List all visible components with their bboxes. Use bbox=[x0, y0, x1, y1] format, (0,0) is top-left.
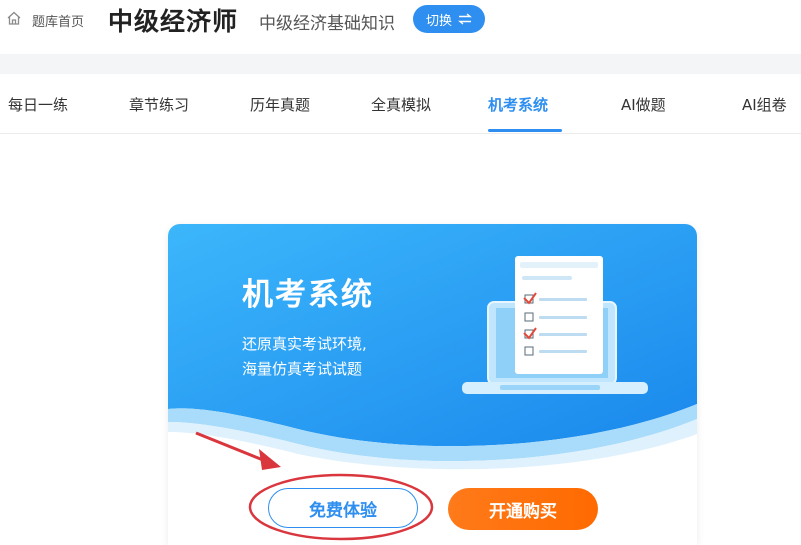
computer-exam-card: 机考系统 还原真实考试环境, 海量仿真考试试题 免费体验 开通购买 bbox=[168, 224, 697, 545]
purchase-button[interactable]: 开通购买 bbox=[448, 488, 598, 530]
active-tab-indicator bbox=[488, 129, 562, 132]
card-description: 还原真实考试环境, 海量仿真考试试题 bbox=[242, 332, 367, 382]
tab-ai-practice[interactable]: AI做题 bbox=[621, 94, 666, 115]
home-link[interactable]: 题库首页 bbox=[32, 11, 84, 30]
header-divider-strip bbox=[0, 54, 801, 74]
card-description-line: 还原真实考试环境, bbox=[242, 335, 367, 353]
purchase-button-label: 开通购买 bbox=[489, 501, 557, 522]
tab-chapter-practice[interactable]: 章节练习 bbox=[129, 94, 189, 115]
card-description-line: 海量仿真考试试题 bbox=[242, 360, 363, 378]
tab-daily-practice[interactable]: 每日一练 bbox=[8, 94, 68, 115]
tab-ai-paper[interactable]: AI组卷 bbox=[742, 94, 787, 115]
tab-computer-exam[interactable]: 机考系统 bbox=[488, 94, 548, 115]
free-trial-button[interactable]: 免费体验 bbox=[268, 488, 418, 528]
swap-arrows-icon bbox=[458, 13, 472, 25]
tab-past-exams[interactable]: 历年真题 bbox=[250, 94, 310, 115]
laptop-checklist-illustration bbox=[462, 256, 648, 394]
tab-bar: 每日一练 章节练习 历年真题 全真模拟 机考系统 AI做题 AI组卷 bbox=[0, 74, 801, 134]
home-icon[interactable] bbox=[6, 10, 22, 26]
subject-label: 中级经济基础知识 bbox=[259, 14, 395, 34]
page-title: 中级经济师 bbox=[108, 7, 239, 36]
card-title: 机考系统 bbox=[242, 277, 374, 313]
switch-button[interactable]: 切换 bbox=[413, 5, 485, 33]
header: 题库首页 中级经济师 中级经济基础知识 切换 bbox=[0, 0, 801, 40]
tab-mock-exams[interactable]: 全真模拟 bbox=[371, 94, 431, 115]
free-trial-button-label: 免费体验 bbox=[309, 500, 377, 521]
switch-button-label: 切换 bbox=[425, 13, 452, 29]
